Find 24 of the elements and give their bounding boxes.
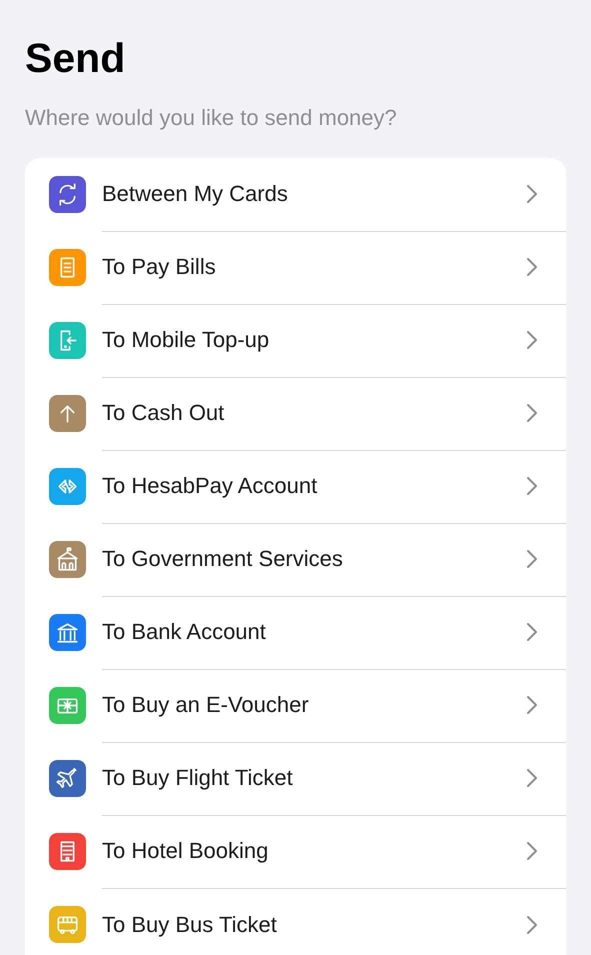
send-option[interactable]: To Buy an E-Voucher xyxy=(25,669,566,742)
chevron-icon xyxy=(526,257,538,277)
chevron-icon xyxy=(526,768,538,788)
chevron-icon xyxy=(526,841,538,861)
send-option[interactable]: To HesabPay Account xyxy=(25,450,566,523)
send-option[interactable]: To Hotel Booking xyxy=(25,815,566,888)
send-option[interactable]: To Cash Out xyxy=(25,377,566,450)
send-option[interactable]: To Bank Account xyxy=(25,596,566,669)
chevron-icon xyxy=(526,695,538,715)
page-title: Send xyxy=(25,34,126,83)
send-option[interactable]: To Government Services xyxy=(25,523,566,596)
chevron-icon xyxy=(526,914,538,934)
send-option[interactable]: Between My Cards xyxy=(25,158,566,231)
send-option[interactable]: To Mobile Top-up xyxy=(25,304,566,377)
chevron-icon xyxy=(526,476,538,496)
send-option[interactable]: To Buy Bus Ticket xyxy=(25,888,566,955)
chevron-icon xyxy=(526,622,538,642)
page-subtitle: Where would you like to send money? xyxy=(25,104,398,132)
chevron-icon xyxy=(526,330,538,350)
chevron-icon xyxy=(526,403,538,423)
send-option[interactable]: To Pay Bills xyxy=(25,231,566,304)
chevron-icon xyxy=(526,549,538,569)
chevron-icon xyxy=(526,184,538,204)
send-option[interactable]: To Buy Flight Ticket xyxy=(25,742,566,815)
